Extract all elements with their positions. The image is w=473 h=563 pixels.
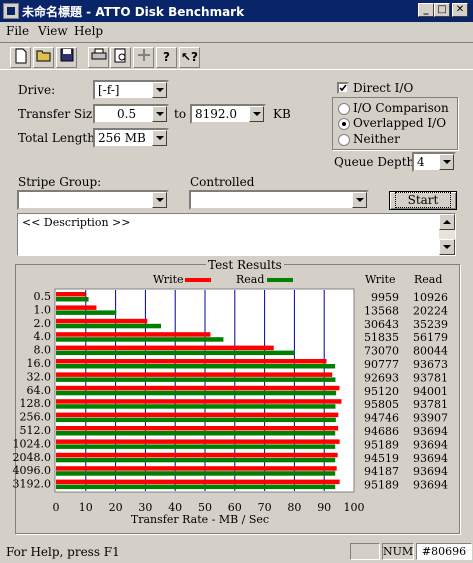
y-category-label: 0.5 <box>34 290 52 303</box>
status-watermark: #80696 <box>416 543 472 560</box>
read-value: 94001 <box>413 385 448 398</box>
y-category-label: 256.0 <box>20 411 52 424</box>
write-bar <box>56 292 86 297</box>
write-value: 95120 <box>364 385 399 398</box>
read-bar <box>56 404 336 409</box>
write-bar <box>56 318 148 324</box>
read-bar <box>56 364 336 369</box>
read-value: 93694 <box>413 452 448 465</box>
read-bar <box>56 471 336 476</box>
benchmark-chart: Write Read Write Read 0 10 20 30 40 50 60 70 80 9… <box>13 273 449 526</box>
read-value: 35239 <box>413 318 448 331</box>
x-tick-label: 10 <box>79 501 93 514</box>
write-value: 13568 <box>364 304 399 317</box>
write-value: 92693 <box>364 371 399 384</box>
read-bar <box>56 417 336 423</box>
read-column-header: Read <box>414 273 442 286</box>
read-bar <box>56 350 295 356</box>
y-category-label: 4096.0 <box>13 464 52 477</box>
write-value: 30643 <box>364 318 399 331</box>
write-bar <box>56 479 340 485</box>
read-value: 93673 <box>413 358 448 371</box>
status-pane-caps <box>350 543 380 560</box>
read-value: 93781 <box>413 398 448 411</box>
write-value: 9959 <box>371 291 399 304</box>
y-category-label: 32.0 <box>27 370 52 383</box>
x-tick-label: 90 <box>317 501 331 514</box>
y-category-label: 2048.0 <box>13 451 52 464</box>
write-bar <box>56 452 338 458</box>
write-value: 94519 <box>364 452 399 465</box>
y-category-label: 64.0 <box>27 384 52 397</box>
y-category-label: 1024.0 <box>13 437 52 450</box>
write-value: 95189 <box>364 438 399 451</box>
read-bar <box>56 390 337 396</box>
read-bar <box>56 484 336 490</box>
x-tick-label: 0 <box>53 501 60 514</box>
write-bar <box>56 345 274 351</box>
read-bar <box>56 310 117 315</box>
write-bar <box>56 372 333 377</box>
write-bar <box>56 412 339 418</box>
read-value: 93694 <box>413 479 448 492</box>
y-category-label: 128.0 <box>20 397 52 410</box>
read-bar <box>56 444 336 449</box>
read-value: 10926 <box>413 291 448 304</box>
y-category-label: 2.0 <box>34 317 52 330</box>
read-value: 20224 <box>413 304 448 317</box>
write-value: 51835 <box>364 331 399 344</box>
write-value: 94686 <box>364 425 399 438</box>
write-bar <box>56 466 337 471</box>
write-bar <box>56 385 340 391</box>
y-category-label: 3192.0 <box>13 478 52 491</box>
read-value: 93694 <box>413 425 448 438</box>
read-value: 93907 <box>413 412 448 425</box>
x-tick-label: 20 <box>109 501 123 514</box>
y-category-label: 4.0 <box>34 330 52 343</box>
write-legend-label: Write <box>153 273 184 286</box>
read-bar <box>56 377 336 382</box>
write-value: 90777 <box>364 358 399 371</box>
read-bar <box>56 431 336 436</box>
read-value: 93694 <box>413 438 448 451</box>
write-bar <box>56 426 339 431</box>
write-bar <box>56 359 327 364</box>
y-category-label: 512.0 <box>20 424 52 437</box>
y-category-label: 8.0 <box>34 344 52 357</box>
read-legend-label: Read <box>236 273 264 286</box>
write-legend-swatch <box>185 278 211 282</box>
y-category-label: 16.0 <box>27 357 52 370</box>
write-value: 94187 <box>364 465 399 478</box>
write-bar <box>56 332 211 337</box>
status-num: NUM <box>382 543 414 560</box>
write-column-header: Write <box>365 273 396 286</box>
write-value: 94746 <box>364 412 399 425</box>
write-value: 73070 <box>364 345 399 358</box>
status-help-text: For Help, press F1 <box>6 545 120 559</box>
read-legend-swatch <box>267 278 293 282</box>
read-value: 56179 <box>413 331 448 344</box>
read-bar <box>56 297 89 302</box>
read-value: 93694 <box>413 465 448 478</box>
read-value: 93781 <box>413 371 448 384</box>
y-category-label: 1.0 <box>34 303 52 316</box>
x-axis-title: Transfer Rate - MB / Sec <box>131 513 269 526</box>
read-bar <box>56 337 224 342</box>
x-tick-label: 100 <box>344 501 365 514</box>
write-value: 95189 <box>364 479 399 492</box>
read-value: 80044 <box>413 345 448 358</box>
write-bar <box>56 399 342 404</box>
x-tick-label: 80 <box>287 501 301 514</box>
status-bar: For Help, press F1 NUM #80696 <box>0 541 473 563</box>
read-bar <box>56 457 336 463</box>
read-bar <box>56 323 162 329</box>
write-bar <box>56 439 340 444</box>
write-bar <box>56 305 97 310</box>
write-value: 95805 <box>364 398 399 411</box>
